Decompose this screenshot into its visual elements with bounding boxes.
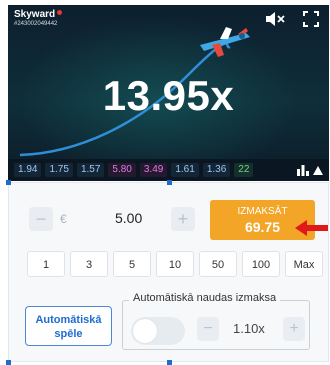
auto-cashout-box: Automātiskā naudas izmaksa − 1.10x + <box>122 292 310 350</box>
triangle-up-icon <box>313 165 323 175</box>
auto-cashout-label: Automātiskā naudas izmaksa <box>129 292 281 304</box>
history-item[interactable]: 1.75 <box>45 163 73 177</box>
history-item[interactable]: 22 <box>234 163 254 177</box>
increase-bet-button[interactable]: + <box>171 207 195 231</box>
quick-amount-10[interactable]: 10 <box>156 251 194 277</box>
history-item[interactable]: 1.61 <box>171 163 199 177</box>
currency-symbol: € <box>60 212 67 226</box>
decrease-bet-button[interactable]: − <box>29 207 53 231</box>
game-title: Skyward <box>14 9 63 20</box>
cashout-label: IZMAKSĀT <box>237 206 288 217</box>
history-item[interactable]: 1.57 <box>76 163 105 177</box>
auto-cashout-toggle[interactable] <box>131 317 185 345</box>
live-indicator-icon <box>57 10 63 15</box>
plane-icon <box>200 27 250 57</box>
bet-amount-row: − € 5.00 + <box>25 199 205 239</box>
quick-amount-5[interactable]: 5 <box>113 251 151 277</box>
current-multiplier: 13.95x <box>102 72 235 119</box>
decrease-auto-cashout-button[interactable]: − <box>197 317 219 341</box>
toggle-knob <box>133 319 157 343</box>
history-item[interactable]: 3.49 <box>139 163 168 177</box>
bet-amount-input[interactable]: 5.00 <box>115 210 142 226</box>
quick-amounts: 1 3 5 10 50 100 Max <box>27 251 323 277</box>
autoplay-button[interactable]: Automātiskā spēle <box>25 306 112 346</box>
auto-cashout-value[interactable]: 1.10x <box>233 321 265 336</box>
autoplay-label-line1: Automātiskā <box>35 314 102 326</box>
selection-handle <box>167 180 172 185</box>
quick-amount-max[interactable]: Max <box>285 251 323 277</box>
selection-handle <box>6 180 11 185</box>
fullscreen-icon[interactable] <box>301 11 321 27</box>
round-id: #243002049442 <box>14 21 58 27</box>
quick-amount-50[interactable]: 50 <box>199 251 237 277</box>
quick-amount-1[interactable]: 1 <box>27 251 65 277</box>
red-arrow-icon <box>295 220 328 236</box>
quick-amount-100[interactable]: 100 <box>242 251 280 277</box>
top-controls <box>265 11 321 27</box>
autoplay-label-line2: spēle <box>54 328 83 340</box>
history-item[interactable]: 1.94 <box>14 163 42 177</box>
bar-chart-icon <box>297 164 309 176</box>
history-item[interactable]: 5.80 <box>108 163 136 177</box>
history-item[interactable]: 1.36 <box>202 163 231 177</box>
quick-amount-3[interactable]: 3 <box>70 251 108 277</box>
bet-panel: − € 5.00 + IZMAKSĀT 69.75 1 3 5 10 50 10… <box>6 180 329 365</box>
speaker-muted-icon[interactable] <box>265 11 285 27</box>
increase-auto-cashout-button[interactable]: + <box>283 317 305 341</box>
multiplier-history: 1.94 1.75 1.57 5.80 3.49 1.61 1.36 22 <box>8 159 329 181</box>
game-canvas: Skyward #243002049442 13.95x 1.94 1.75 1… <box>8 5 329 181</box>
stats-button[interactable] <box>295 162 325 178</box>
